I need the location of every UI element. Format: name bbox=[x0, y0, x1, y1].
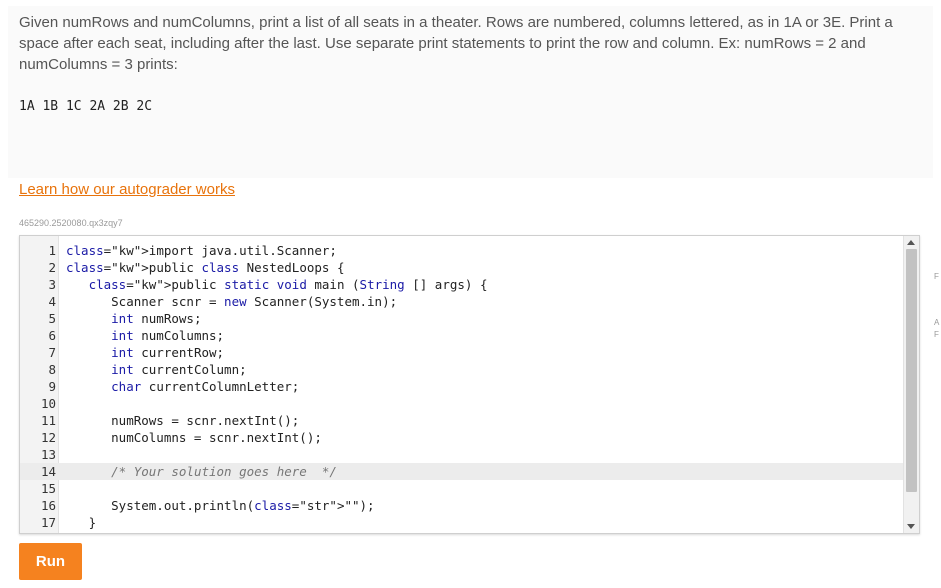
line-number: 5 bbox=[48, 311, 56, 326]
lab-id: 465290.2520080.qx3zqy7 bbox=[19, 218, 123, 228]
code-line[interactable]: 4 Scanner scnr = new Scanner(System.in); bbox=[20, 293, 904, 310]
code-text[interactable]: System.out.println(class="str">""); bbox=[66, 497, 374, 514]
code-line[interactable]: 11 numRows = scnr.nextInt(); bbox=[20, 412, 904, 429]
line-number: 7 bbox=[48, 345, 56, 360]
line-number: 9 bbox=[48, 379, 56, 394]
scroll-up-icon[interactable] bbox=[907, 240, 915, 245]
line-number: 8 bbox=[48, 362, 56, 377]
code-line[interactable]: 15 bbox=[20, 480, 904, 497]
line-number: 10 bbox=[40, 396, 56, 411]
line-number: 6 bbox=[48, 328, 56, 343]
code-text[interactable]: class="kw">public class NestedLoops { bbox=[66, 259, 344, 276]
scroll-down-icon[interactable] bbox=[907, 524, 915, 529]
code-line[interactable]: 8 int currentColumn; bbox=[20, 361, 904, 378]
code-line[interactable]: 14 /* Your solution goes here */ bbox=[20, 463, 904, 480]
code-text[interactable]: } bbox=[66, 514, 97, 531]
code-line[interactable]: 9 char currentColumnLetter; bbox=[20, 378, 904, 395]
line-number: 13 bbox=[40, 447, 56, 462]
edge-mark: F bbox=[934, 330, 939, 339]
code-line[interactable]: 6 int numColumns; bbox=[20, 327, 904, 344]
editor-scrollbar[interactable] bbox=[903, 236, 919, 533]
code-line[interactable]: 10 bbox=[20, 395, 904, 412]
code-line[interactable]: 2 class="kw">public class NestedLoops { bbox=[20, 259, 904, 276]
line-number: 14 bbox=[40, 464, 56, 479]
code-line[interactable]: 17 } bbox=[20, 514, 904, 531]
line-number: 17 bbox=[40, 515, 56, 530]
code-text[interactable]: int numRows; bbox=[66, 310, 201, 327]
code-text[interactable]: int numColumns; bbox=[66, 327, 224, 344]
line-number: 12 bbox=[40, 430, 56, 445]
scrollbar-thumb[interactable] bbox=[906, 249, 917, 492]
code-text[interactable]: class="kw">public static void main (Stri… bbox=[66, 276, 488, 293]
line-number: 1 bbox=[48, 243, 56, 258]
code-line[interactable]: 5 int numRows; bbox=[20, 310, 904, 327]
line-number: 11 bbox=[40, 413, 56, 428]
edge-mark: A bbox=[934, 318, 940, 327]
prompt-text: Given numRows and numColumns, print a li… bbox=[19, 14, 893, 73]
code-text[interactable]: char currentColumnLetter; bbox=[66, 378, 299, 395]
edge-mark: F bbox=[934, 272, 939, 281]
code-editor[interactable]: 1 class="kw">import java.util.Scanner; 2 cl… bbox=[19, 235, 920, 534]
code-text[interactable]: class="kw">import java.util.Scanner; bbox=[66, 242, 337, 259]
code-line[interactable]: 12 numColumns = scnr.nextInt(); bbox=[20, 429, 904, 446]
code-text[interactable]: numColumns = scnr.nextInt(); bbox=[66, 429, 322, 446]
code-lines[interactable]: 1 class="kw">import java.util.Scanner; 2 cl… bbox=[20, 242, 904, 531]
code-text[interactable]: int currentRow; bbox=[66, 344, 224, 361]
line-number: 3 bbox=[48, 277, 56, 292]
code-line[interactable]: 3 class="kw">public static void main (St… bbox=[20, 276, 904, 293]
line-number: 2 bbox=[48, 260, 56, 275]
code-line[interactable]: 16 System.out.println(class="str">""); bbox=[20, 497, 904, 514]
learn-autograder-link[interactable]: Learn how our autograder works bbox=[19, 181, 235, 198]
code-text[interactable]: Scanner scnr = new Scanner(System.in); bbox=[66, 293, 397, 310]
run-button[interactable]: Run bbox=[19, 543, 82, 580]
code-line[interactable]: 1 class="kw">import java.util.Scanner; bbox=[20, 242, 904, 259]
code-line[interactable]: 7 int currentRow; bbox=[20, 344, 904, 361]
code-text[interactable]: /* Your solution goes here */ bbox=[66, 463, 337, 480]
line-number: 16 bbox=[40, 498, 56, 513]
line-number: 4 bbox=[48, 294, 56, 309]
code-text[interactable]: numRows = scnr.nextInt(); bbox=[66, 412, 299, 429]
line-number: 15 bbox=[40, 481, 56, 496]
example-output: 1A 1B 1C 2A 2B 2C bbox=[19, 99, 153, 114]
code-text[interactable]: int currentColumn; bbox=[66, 361, 246, 378]
code-line[interactable]: 13 bbox=[20, 446, 904, 463]
